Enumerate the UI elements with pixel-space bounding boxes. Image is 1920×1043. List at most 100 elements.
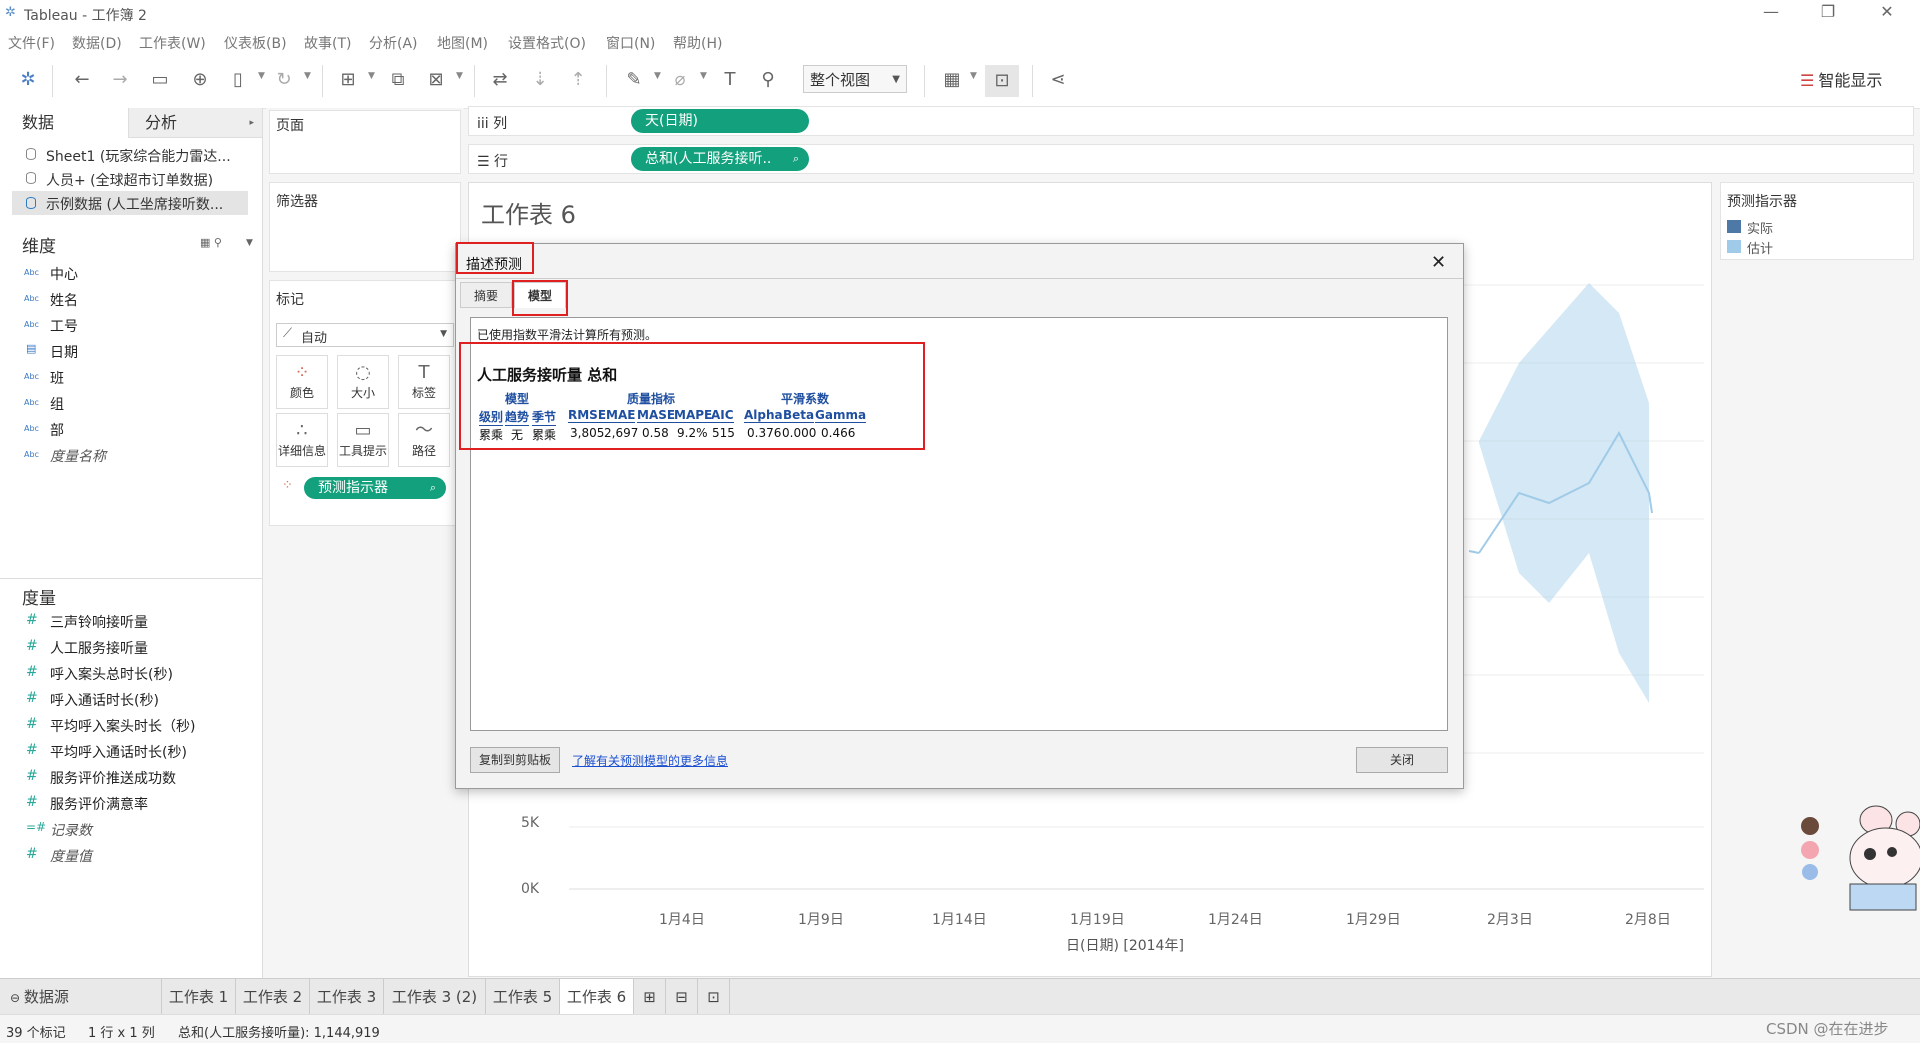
measure-field[interactable]: 呼入案头总时长(秒) [50, 664, 173, 684]
dimension-field[interactable]: 部 [50, 420, 64, 440]
minimize-icon[interactable]: — [1756, 2, 1786, 21]
tab-data[interactable]: 数据 [0, 108, 128, 138]
dimension-field[interactable]: 工号 [50, 316, 78, 336]
datasource-item[interactable]: Sheet1 (玩家综合能力雷达... [46, 146, 231, 166]
tab-sheet[interactable]: 工作表 5 [486, 979, 560, 1015]
copy-to-clipboard-button[interactable]: 复制到剪贴板 [470, 747, 560, 773]
measure-field[interactable]: 服务评价推送成功数 [50, 768, 176, 788]
tab-analysis[interactable]: 分析 ▸ [128, 108, 262, 138]
dimension-field[interactable]: 日期 [50, 342, 78, 362]
menu-data[interactable]: 数据(D) [72, 33, 122, 53]
menu-analysis[interactable]: 分析(A) [369, 33, 418, 53]
label-button[interactable]: T 标签 [398, 355, 450, 409]
datasource-item-selected[interactable]: 示例数据 (人工坐席接听数... [12, 191, 248, 215]
presentation-mode-button[interactable]: ⊡ [985, 65, 1019, 97]
fix-axes-icon[interactable]: ⚲ [756, 68, 780, 92]
swap-rows-columns-icon[interactable]: ⇄ [488, 68, 512, 92]
new-story-button[interactable]: ⊡ [698, 979, 730, 1015]
measure-field[interactable]: 度量值 [50, 846, 92, 866]
measure-field[interactable]: 人工服务接听量 [50, 638, 148, 658]
dimension-field[interactable]: 组 [50, 394, 64, 414]
size-button[interactable]: ◌ 大小 [337, 355, 389, 409]
measure-field[interactable]: 平均呼入案头时长（秒) [50, 716, 195, 736]
forecast-indicator-pill[interactable]: 预测指示器 ⌕ [304, 477, 446, 499]
measure-field[interactable]: 记录数 [50, 820, 92, 840]
tab-datasource[interactable]: ⊖ 数据源 [0, 979, 162, 1015]
menu-format[interactable]: 设置格式(O) [508, 33, 586, 53]
tab-sheet-active[interactable]: 工作表 6 [560, 979, 634, 1015]
sort-ascending-icon[interactable]: ⇣ [528, 68, 552, 92]
legend-item-label[interactable]: 实际 [1747, 218, 1773, 237]
tab-sheet[interactable]: 工作表 1 [162, 979, 236, 1015]
tab-sheet[interactable]: 工作表 3 (2) [384, 979, 486, 1015]
show-me-button[interactable]: ☰ 智能显示 [1800, 67, 1882, 91]
menu-map[interactable]: 地图(M) [437, 33, 488, 53]
show-cards-icon[interactable]: ▦ [940, 68, 964, 92]
learn-more-link[interactable]: 了解有关预测模型的更多信息 [572, 752, 728, 769]
columns-shelf[interactable]: iii 列 天(日期) [468, 106, 1914, 136]
group-members-icon[interactable]: ⌀ [668, 68, 692, 92]
rows-pill[interactable]: 总和(人工服务接听.. ⌕ [631, 147, 809, 171]
new-datasource-icon[interactable]: ⊕ [188, 68, 212, 92]
datasource-icon [26, 148, 36, 160]
columns-pill[interactable]: 天(日期) [631, 109, 809, 133]
menu-window[interactable]: 窗口(N) [606, 33, 655, 53]
restore-icon[interactable]: ❐ [1813, 2, 1843, 21]
fit-view-dropdown[interactable]: 整个视图 ▼ [803, 65, 907, 93]
menu-file[interactable]: 文件(F) [8, 33, 55, 53]
close-icon[interactable]: ✕ [1431, 252, 1446, 273]
dimension-field[interactable]: 中心 [50, 264, 78, 284]
close-button[interactable]: 关闭 [1356, 747, 1448, 773]
duplicate-sheet-icon[interactable]: ⧉ [386, 68, 410, 92]
chevron-down-icon[interactable]: ▼ [368, 71, 375, 81]
undo-icon[interactable]: ← [70, 68, 94, 92]
dimension-field[interactable]: 班 [50, 368, 64, 388]
menu-help[interactable]: 帮助(H) [673, 33, 722, 53]
chevron-down-icon[interactable]: ▼ [304, 71, 311, 81]
color-button[interactable]: ⁘ 颜色 [276, 355, 328, 409]
close-window-icon[interactable]: ✕ [1872, 2, 1902, 21]
sort-descending-icon[interactable]: ⇡ [566, 68, 590, 92]
menu-worksheet[interactable]: 工作表(W) [139, 33, 206, 53]
tooltip-button[interactable]: ▭ 工具提示 [337, 413, 389, 467]
new-dashboard-button[interactable]: ⊟ [666, 979, 698, 1015]
datasource-item[interactable]: 人员+ (全球超市订单数据) [46, 170, 213, 190]
filters-shelf[interactable]: 筛选器 [269, 182, 461, 272]
refresh-icon[interactable]: ↻ [272, 68, 296, 92]
chevron-down-icon[interactable]: ▼ [246, 238, 253, 248]
menu-story[interactable]: 故事(T) [304, 33, 351, 53]
view-toggle-icon[interactable]: ▦ ⚲ [200, 236, 222, 249]
measure-field[interactable]: 服务评价满意率 [50, 794, 148, 814]
highlight-icon[interactable]: ✎ [622, 68, 646, 92]
measure-field[interactable]: 平均呼入通话时长(秒) [50, 742, 187, 762]
mark-type-dropdown[interactable]: ⟋ 自动 ▼ [276, 323, 454, 347]
save-icon[interactable]: ▭ [148, 68, 172, 92]
path-button[interactable]: 〜 路径 [398, 413, 450, 467]
tab-sheet[interactable]: 工作表 3 [310, 979, 384, 1015]
tableau-home-icon[interactable]: ✲ [16, 68, 40, 92]
chevron-down-icon[interactable]: ▼ [654, 71, 661, 81]
detail-button[interactable]: ∴ 详细信息 [276, 413, 328, 467]
tab-sheet[interactable]: 工作表 2 [236, 979, 310, 1015]
clear-sheet-icon[interactable]: ⊠ [424, 68, 448, 92]
chevron-down-icon[interactable]: ▼ [700, 71, 707, 81]
legend-item-label[interactable]: 估计 [1747, 238, 1773, 257]
chevron-down-icon[interactable]: ▼ [970, 71, 977, 81]
dimension-field[interactable]: 度量名称 [50, 446, 106, 466]
menu-dashboard[interactable]: 仪表板(B) [224, 33, 287, 53]
pages-shelf[interactable]: 页面 [269, 110, 461, 174]
new-worksheet-button[interactable]: ⊞ [634, 979, 666, 1015]
redo-icon[interactable]: → [108, 68, 132, 92]
detail-label: 详细信息 [277, 444, 326, 458]
dimension-field[interactable]: 姓名 [50, 290, 78, 310]
measure-field[interactable]: 呼入通话时长(秒) [50, 690, 159, 710]
show-labels-icon[interactable]: T [718, 68, 742, 92]
share-icon[interactable]: ⋖ [1046, 68, 1070, 92]
chevron-down-icon[interactable]: ▼ [258, 71, 265, 81]
new-sheet-icon[interactable]: ⊞ [336, 68, 360, 92]
chevron-down-icon[interactable]: ▼ [456, 71, 463, 81]
pause-update-icon[interactable]: ▯ [226, 68, 250, 92]
rows-shelf[interactable]: ☰ 行 总和(人工服务接听.. ⌕ [468, 144, 1914, 174]
tab-summary[interactable]: 摘要 [460, 282, 512, 308]
measure-field[interactable]: 三声铃响接听量 [50, 612, 148, 632]
